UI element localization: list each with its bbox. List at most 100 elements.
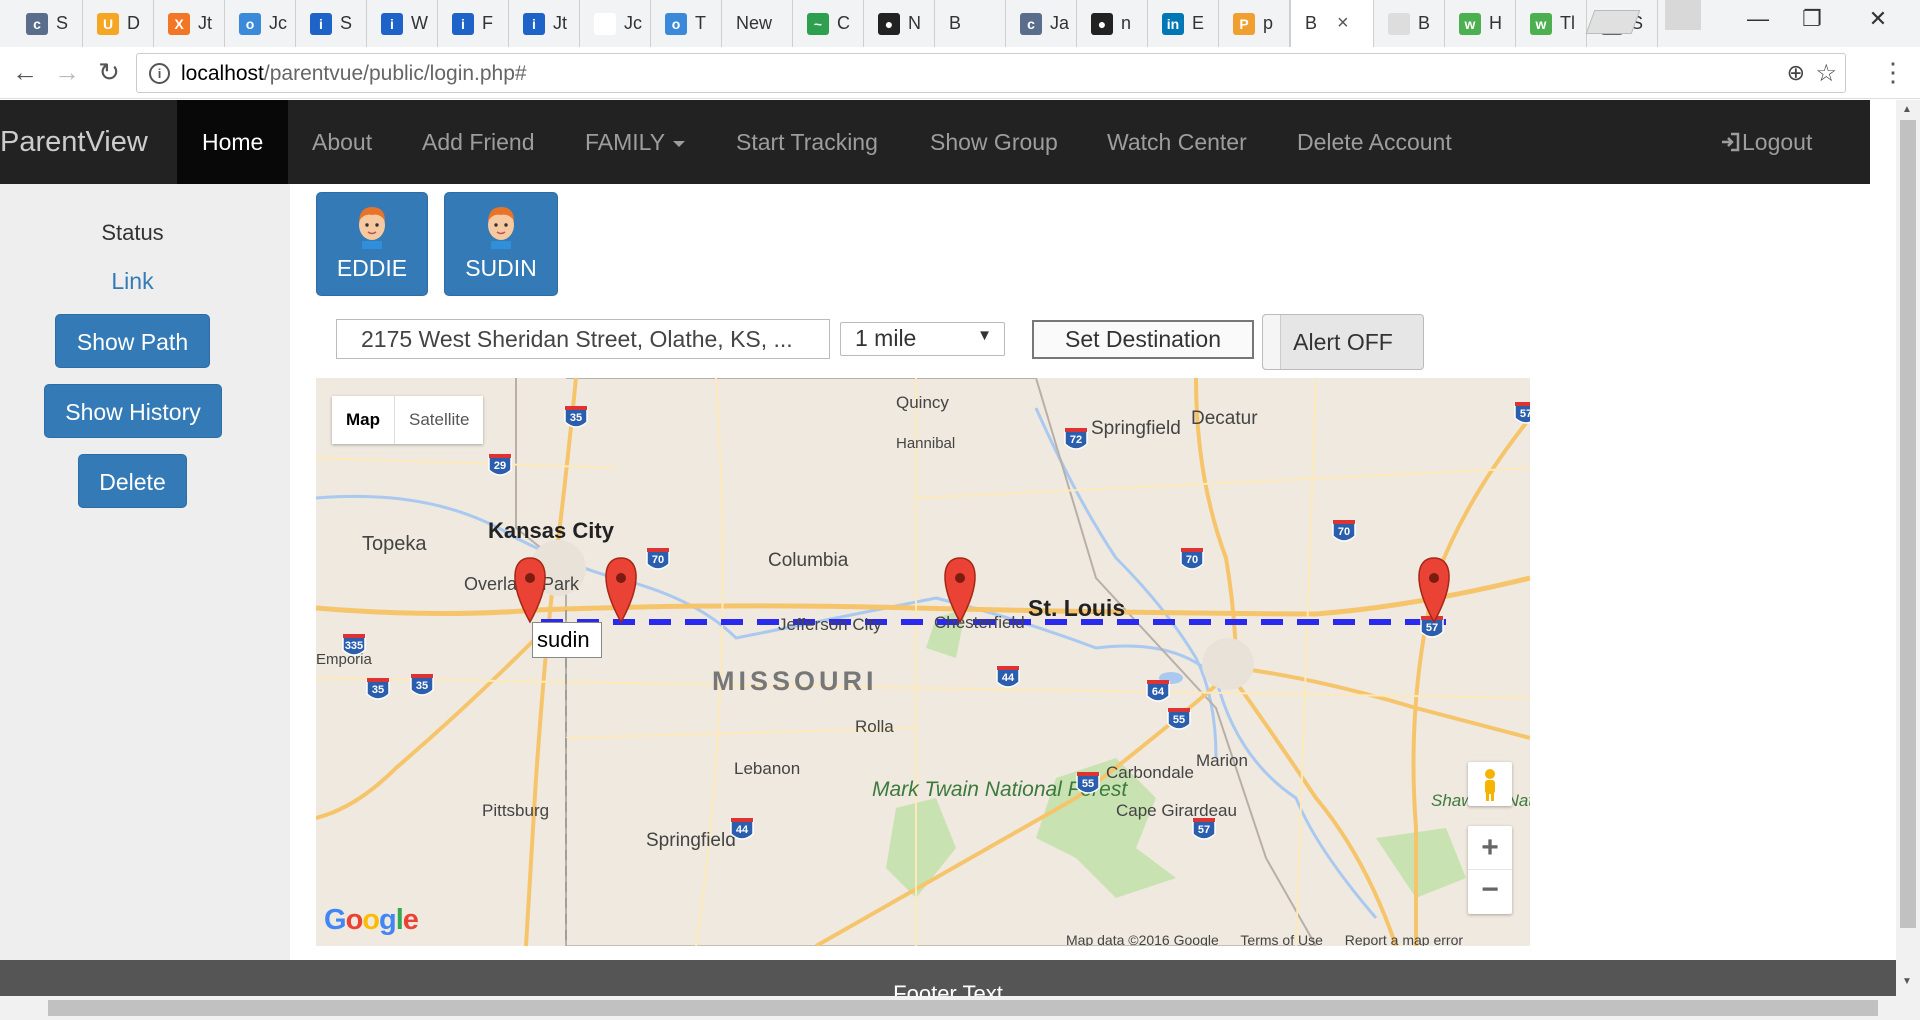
browser-tab[interactable]: c Ja	[1006, 0, 1077, 47]
browser-tab[interactable]: cS	[12, 0, 83, 47]
browser-menu-icon[interactable]: ⋮	[1880, 57, 1906, 88]
dropdown-arrow-icon: ▼	[977, 327, 992, 344]
terms-of-use-link[interactable]: Terms of Use	[1240, 932, 1322, 946]
close-window-icon[interactable]: ✕	[1858, 6, 1898, 32]
nav-start-tracking[interactable]: Start Tracking	[711, 100, 903, 184]
interstate-shield-icon: 29	[488, 454, 512, 476]
url-host: localhost	[181, 62, 264, 85]
interstate-shield-icon: 70	[1332, 520, 1356, 542]
profile-button[interactable]	[1665, 0, 1701, 30]
zoom-control: + −	[1468, 826, 1512, 914]
map-place-label: Topeka	[362, 533, 427, 555]
address-bar[interactable]: i localhost/parentvue/public/login.php# …	[136, 53, 1846, 93]
nav-about[interactable]: About	[287, 100, 397, 184]
alert-toggle[interactable]: Alert OFF	[1262, 314, 1424, 370]
minimize-icon[interactable]: —	[1738, 6, 1778, 32]
status-label: Status	[101, 220, 164, 245]
map-place-label: Pittsburg	[482, 801, 549, 820]
back-icon[interactable]: ←	[8, 57, 42, 88]
browser-tab[interactable]: X Jt	[154, 0, 225, 47]
browser-tab-strip: c S U D X Jt o Jc i Si Wi Fi Jt Jc o T New ~ C ● N Bc Ja ● n in E P…	[0, 0, 1920, 47]
nav-add-friend[interactable]: Add Friend	[397, 100, 560, 184]
restore-icon[interactable]: ❐	[1792, 6, 1832, 32]
tab-favicon-icon: ●	[1091, 12, 1113, 35]
set-destination-button[interactable]: Set Destination	[1032, 320, 1254, 359]
browser-tab[interactable]: iS	[296, 0, 367, 47]
interstate-shield-icon: 57	[1192, 818, 1216, 840]
info-icon[interactable]: i	[149, 63, 170, 84]
family-member-eddie[interactable]: EDDIE	[316, 192, 428, 296]
bookmark-star-icon[interactable]: ☆	[1815, 59, 1837, 88]
scroll-up-arrow-icon[interactable]: ▲	[1902, 104, 1912, 115]
member-name: EDDIE	[336, 255, 408, 281]
zoom-icon[interactable]: ⊕	[1787, 60, 1805, 86]
browser-tab[interactable]: B	[935, 0, 1006, 47]
horizontal-scrollbar[interactable]	[0, 996, 1920, 1020]
interstate-shield-icon: 72	[1064, 428, 1088, 450]
brand-logo[interactable]: ParentView	[0, 100, 148, 184]
tab-label: New	[736, 13, 773, 33]
delete-button[interactable]: Delete	[78, 454, 187, 508]
browser-tab[interactable]: Jc	[580, 0, 651, 47]
scroll-down-arrow-icon[interactable]: ▼	[1902, 976, 1912, 987]
browser-tab[interactable]: wH	[1445, 0, 1516, 47]
svg-text:64: 64	[1152, 686, 1165, 698]
vertical-scrollbar[interactable]: ▲ ▼	[1896, 100, 1920, 996]
zoom-in-button[interactable]: +	[1468, 826, 1512, 870]
nav-watch-center[interactable]: Watch Center	[1082, 100, 1272, 184]
browser-tab[interactable]: B	[1374, 0, 1445, 47]
map-canvas[interactable]: Quincy Hannibal Springfield Decatur Topeka Ka…	[316, 378, 1530, 946]
interstate-shield-icon: 55	[1167, 708, 1191, 730]
nav-home[interactable]: Home	[177, 100, 289, 184]
logout-label: Logout	[1742, 129, 1813, 155]
nav-family-label: FAMILY	[585, 129, 666, 155]
scrollbar-thumb[interactable]	[1900, 120, 1916, 928]
browser-tab[interactable]: Pp	[1219, 0, 1290, 47]
tab-close-icon[interactable]: ×	[1337, 12, 1349, 35]
browser-tab[interactable]: oT	[651, 0, 722, 47]
browser-tab[interactable]: w Tl	[1516, 0, 1587, 47]
interstate-shield-icon: 44	[730, 818, 754, 840]
browser-tab[interactable]: New	[722, 0, 793, 47]
browser-tab[interactable]: iW	[367, 0, 438, 47]
radius-value: 1 mile	[855, 325, 917, 351]
alert-label: Alert OFF	[1293, 329, 1393, 355]
browser-tab[interactable]: ● n	[1077, 0, 1148, 47]
forward-icon[interactable]: →	[50, 57, 84, 88]
browser-tab[interactable]: ~ C	[793, 0, 864, 47]
google-logo-letter: o	[345, 904, 364, 936]
browser-tab[interactable]: i Jt	[509, 0, 580, 47]
destination-address-input[interactable]: 2175 West Sheridan Street, Olathe, KS, .…	[336, 319, 830, 359]
nav-delete-account[interactable]: Delete Account	[1272, 100, 1477, 184]
radius-select[interactable]: 1 mile ▼	[840, 322, 1005, 356]
url-path: /parentvue/public/login.php#	[263, 62, 527, 85]
family-member-sudin[interactable]: SUDIN	[444, 192, 558, 296]
tab-favicon-icon: ●	[878, 12, 900, 35]
zoom-out-button[interactable]: −	[1468, 870, 1512, 914]
reload-icon[interactable]: ↻	[92, 57, 126, 88]
nav-logout[interactable]: Logout	[1695, 100, 1837, 184]
browser-tab[interactable]: UD	[83, 0, 154, 47]
show-history-button[interactable]: Show History	[44, 384, 222, 438]
toggle-handle[interactable]	[1263, 315, 1281, 369]
nav-show-group[interactable]: Show Group	[905, 100, 1083, 184]
nav-family-dropdown[interactable]: FAMILY	[560, 100, 710, 184]
map-place-label: Marion	[1196, 751, 1248, 770]
interstate-shield-icon: 55	[1076, 772, 1100, 794]
new-tab-button[interactable]	[1585, 10, 1641, 34]
browser-tab[interactable]: in E	[1148, 0, 1219, 47]
svg-text:55: 55	[1173, 714, 1185, 726]
map-place-label: Columbia	[768, 550, 849, 571]
browser-tab[interactable]: iF	[438, 0, 509, 47]
map-type-map-button[interactable]: Map	[332, 396, 394, 444]
link[interactable]: Link	[0, 268, 265, 295]
browser-tab[interactable]: B ×	[1290, 0, 1374, 47]
browser-tab[interactable]: ● N	[864, 0, 935, 47]
street-view-pegman-icon[interactable]	[1468, 762, 1512, 806]
map-type-satellite-button[interactable]: Satellite	[394, 396, 483, 444]
scrollbar-thumb[interactable]	[48, 1000, 1878, 1016]
report-map-error-link[interactable]: Report a map error	[1345, 932, 1463, 946]
browser-tab[interactable]: o Jc	[225, 0, 296, 47]
url-text[interactable]: localhost/parentvue/public/login.php#	[181, 62, 527, 86]
show-path-button[interactable]: Show Path	[55, 314, 210, 368]
